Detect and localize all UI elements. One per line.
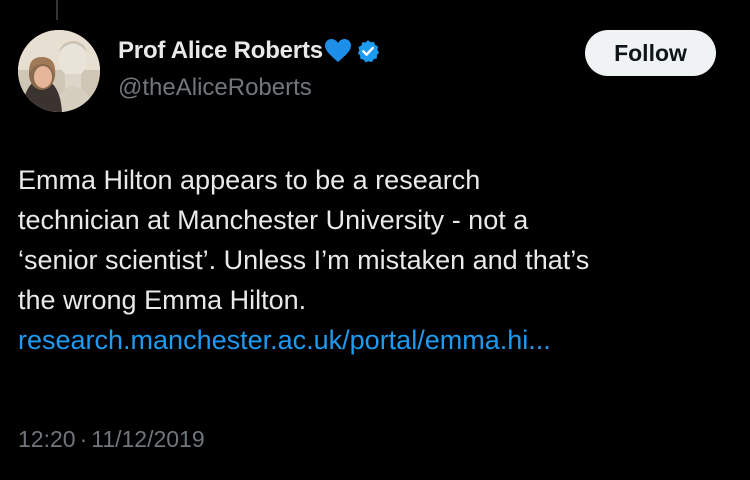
thread-connector-line (56, 0, 58, 20)
tweet-date: 11/12/2019 (91, 426, 205, 452)
tweet-text: Emma Hilton appears to be a research tec… (18, 160, 718, 360)
author-display-name[interactable]: Prof Alice Roberts (118, 37, 323, 65)
timestamp-separator: · (79, 426, 88, 452)
tweet-text-line: ‘senior scientist’. Unless I’m mistaken … (18, 245, 590, 275)
tweet-time: 12:20 (18, 426, 76, 452)
verified-badge-icon (356, 39, 380, 63)
follow-button[interactable]: Follow (585, 30, 716, 76)
avatar[interactable] (18, 30, 100, 112)
tweet-text-line: the wrong Emma Hilton. (18, 285, 307, 315)
tweet-timestamp[interactable]: 12:20 · 11/12/2019 (18, 426, 205, 453)
author-name-row: Prof Alice Roberts (118, 37, 380, 65)
blue-heart-icon (324, 38, 352, 64)
tweet-text-line: technician at Manchester University - no… (18, 205, 529, 235)
avatar-image (18, 30, 100, 112)
author-handle[interactable]: @theAliceRoberts (118, 74, 312, 102)
tweet-text-line: Emma Hilton appears to be a research (18, 165, 481, 195)
tweet-link[interactable]: research.manchester.ac.uk/portal/emma.hi… (18, 320, 551, 360)
